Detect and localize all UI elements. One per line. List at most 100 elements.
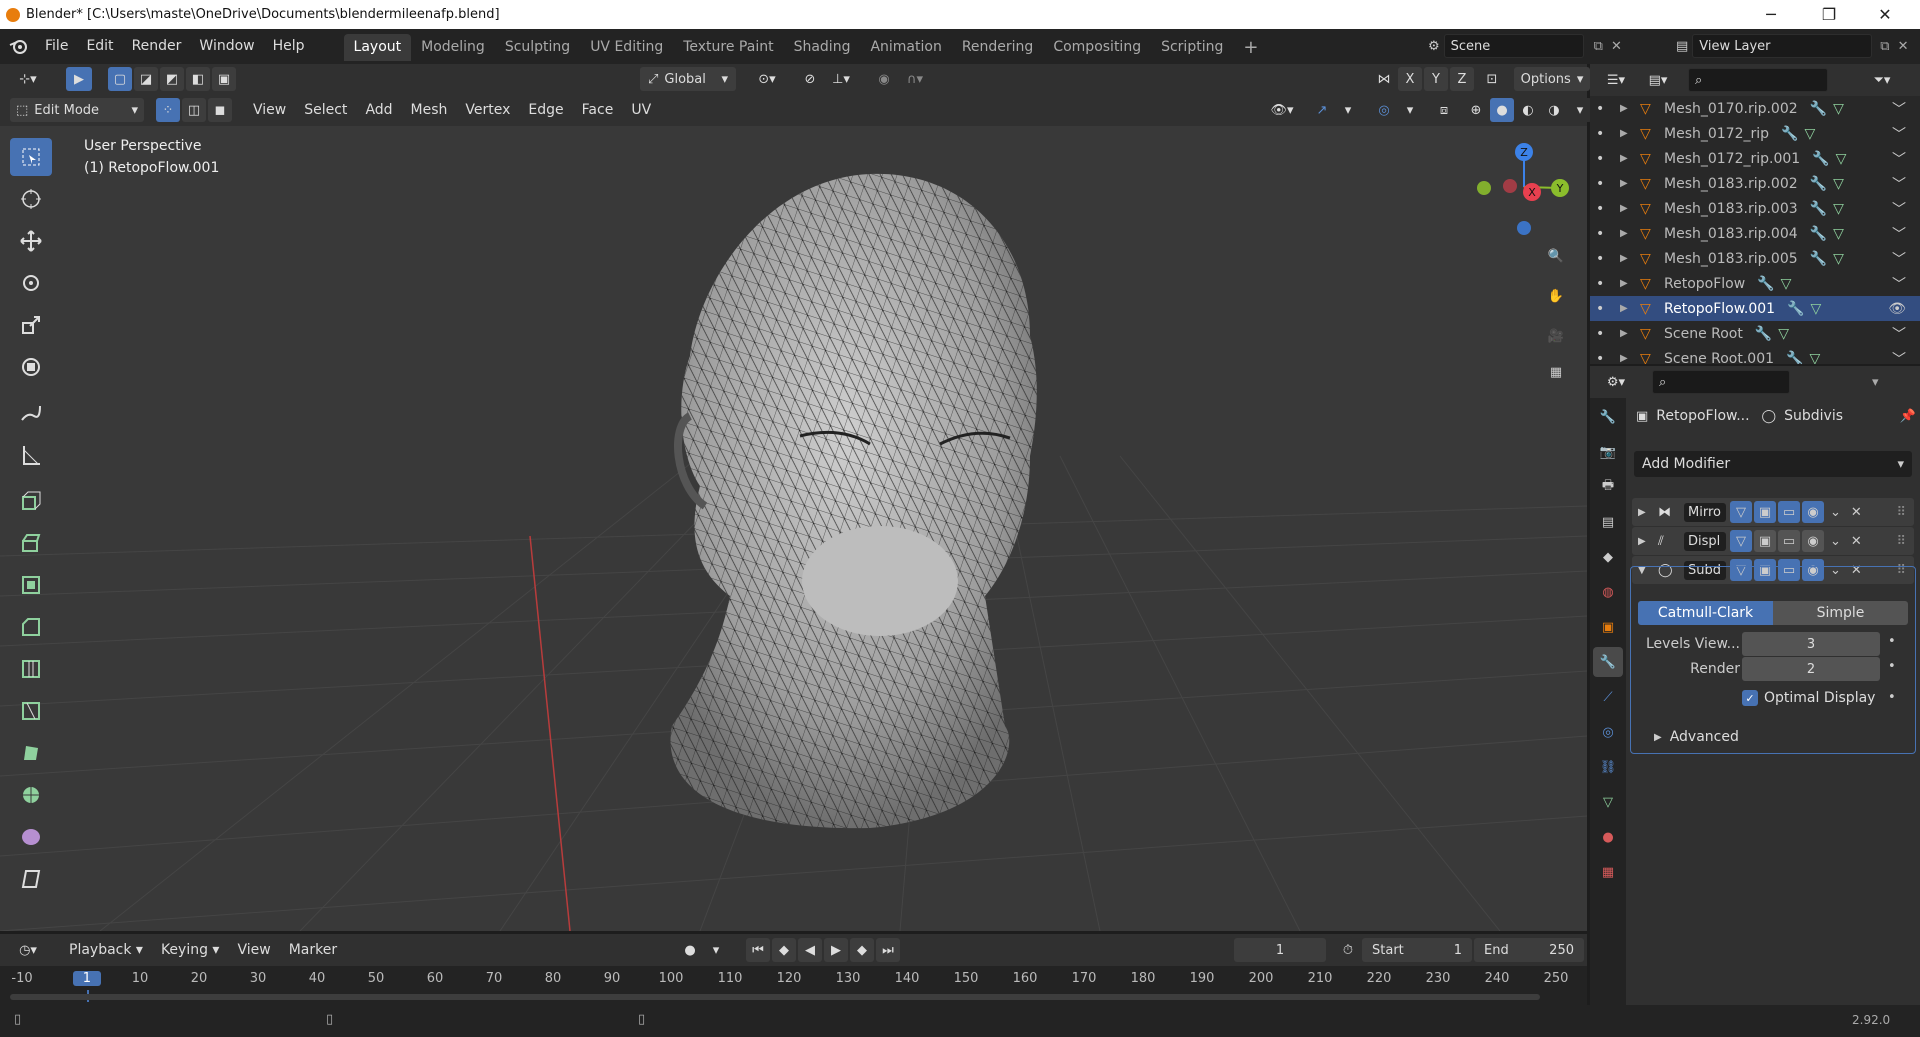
tab-layout[interactable]: Layout: [343, 34, 412, 61]
display-toggle-icon[interactable]: ▭: [1778, 559, 1800, 581]
tab-compositing[interactable]: Compositing: [1043, 34, 1151, 61]
timeline-editor-type-icon[interactable]: ◷▾: [10, 938, 46, 962]
tab-animation[interactable]: Animation: [860, 34, 951, 61]
menu-playback[interactable]: Playback ▾: [60, 942, 152, 958]
edit-mode-toggle-icon[interactable]: ▽: [1730, 530, 1752, 552]
outliner-item[interactable]: • ▶ ▽ Mesh_0172_rip.001 🔧 ▽ ﹀: [1590, 146, 1920, 171]
outliner[interactable]: • ▶ ▽ Mesh_0170.rip.002 🔧 ▽ ﹀ • ▶ ▽ Mesh_0172_rip 🔧…: [1590, 96, 1920, 364]
world-tab-icon[interactable]: ◍: [1593, 577, 1623, 607]
keying-set-dropdown-icon[interactable]: ▾: [704, 938, 728, 962]
expand-arrow-icon[interactable]: ▶: [1620, 178, 1634, 189]
falloff-icon[interactable]: ∩▾: [898, 67, 932, 91]
new-scene-icon[interactable]: ⧉: [1594, 39, 1603, 54]
physics-tab-icon[interactable]: ◎: [1593, 717, 1623, 747]
render-toggle-icon[interactable]: ◉: [1802, 559, 1824, 581]
menu-mesh[interactable]: Mesh: [402, 102, 457, 118]
outliner-editor-type-icon[interactable]: ☰▾: [1598, 68, 1634, 92]
menu-vertex[interactable]: Vertex: [456, 102, 519, 118]
select-tool-icon[interactable]: ▶: [66, 67, 92, 91]
outliner-item[interactable]: • ▶ ▽ Scene Root 🔧 ▽ ﹀: [1590, 321, 1920, 346]
realtime-toggle-icon[interactable]: ▣: [1754, 530, 1776, 552]
solid-shading-icon[interactable]: ●: [1490, 98, 1514, 122]
visibility-dot-icon[interactable]: •: [1596, 251, 1610, 267]
tab-rendering[interactable]: Rendering: [952, 34, 1044, 61]
menu-marker[interactable]: Marker: [280, 942, 346, 958]
play-icon[interactable]: ▶: [824, 938, 848, 962]
outliner-item[interactable]: • ▶ ▽ RetopoFlow.001 🔧 ▽ 👁: [1590, 296, 1920, 321]
tool-tab-icon[interactable]: 🔧: [1593, 402, 1623, 432]
catmull-clark-button[interactable]: Catmull-Clark: [1638, 601, 1773, 625]
outliner-item[interactable]: • ▶ ▽ Mesh_0183.rip.005 🔧 ▽ ﹀: [1590, 246, 1920, 271]
modifier-tab-icon[interactable]: 🔧: [1593, 647, 1623, 677]
modifier-name-field[interactable]: Subd: [1684, 560, 1726, 580]
menu-timeline-view[interactable]: View: [228, 942, 279, 958]
prev-keyframe-icon[interactable]: ◆: [772, 938, 796, 962]
rendered-shading-icon[interactable]: ◑: [1542, 98, 1566, 122]
jump-end-icon[interactable]: ⏭: [876, 938, 900, 962]
menu-select[interactable]: Select: [295, 102, 356, 118]
advanced-subpanel[interactable]: ▶ Advanced: [1654, 729, 1739, 745]
modifier-panel-displace[interactable]: ▶ ⫽ Displ ▽ ▣ ▭ ◉ ⌄ ✕ ⠿: [1632, 527, 1914, 555]
camera-view-icon[interactable]: 🎥: [1540, 320, 1572, 352]
add-workspace-icon[interactable]: +: [1233, 34, 1268, 61]
tab-sculpting[interactable]: Sculpting: [495, 34, 580, 61]
menu-edge[interactable]: Edge: [519, 102, 572, 118]
render-toggle-icon[interactable]: ◉: [1802, 501, 1824, 523]
select-invert-icon[interactable]: ◧: [186, 67, 210, 91]
scene-field[interactable]: Scene: [1443, 34, 1584, 58]
wireframe-shading-icon[interactable]: ⊕: [1464, 98, 1488, 122]
properties-options-icon[interactable]: ▾: [1872, 375, 1879, 390]
overlay-dropdown-icon[interactable]: ▾: [1398, 98, 1422, 122]
data-tab-icon[interactable]: ▽: [1593, 787, 1623, 817]
axis-z-button[interactable]: Z: [1450, 67, 1474, 91]
menu-uv[interactable]: UV: [622, 102, 660, 118]
add-modifier-dropdown[interactable]: Add Modifier ▾: [1634, 451, 1912, 477]
expand-arrow-icon[interactable]: ▶: [1620, 128, 1634, 139]
hide-toggle-icon[interactable]: ﹀: [1892, 224, 1906, 244]
modifier-menu-icon[interactable]: ⌄: [1830, 534, 1841, 549]
edit-mode-toggle-icon[interactable]: ▽: [1730, 559, 1752, 581]
menu-file[interactable]: File: [36, 29, 77, 64]
gizmo-dropdown-icon[interactable]: ▾: [1336, 98, 1360, 122]
visibility-dot-icon[interactable]: •: [1596, 126, 1610, 142]
menu-face[interactable]: Face: [573, 102, 623, 118]
cursor-tool-icon[interactable]: [10, 180, 52, 218]
auto-merge-icon[interactable]: ⊡: [1480, 67, 1504, 91]
visibility-dot-icon[interactable]: •: [1596, 351, 1610, 365]
expand-arrow-icon[interactable]: ▶: [1620, 303, 1634, 314]
ortho-grid-icon[interactable]: ▦: [1540, 356, 1572, 388]
visibility-dot-icon[interactable]: •: [1596, 301, 1610, 317]
properties-search-input[interactable]: ⌕: [1652, 370, 1790, 394]
expand-arrow-icon[interactable]: ▶: [1620, 353, 1634, 364]
pivot-icon[interactable]: ⊙▾: [750, 67, 784, 91]
head-mesh[interactable]: [670, 173, 1037, 829]
hide-toggle-icon[interactable]: ﹀: [1892, 124, 1906, 144]
expand-arrow-icon[interactable]: ▶: [1620, 328, 1634, 339]
outliner-item[interactable]: • ▶ ▽ Mesh_0172_rip 🔧 ▽ ﹀: [1590, 121, 1920, 146]
move-tool-icon[interactable]: [10, 222, 52, 260]
visibility-dot-icon[interactable]: •: [1596, 326, 1610, 342]
face-select-icon[interactable]: ◼: [208, 98, 232, 122]
timeline-scrollbar[interactable]: [10, 994, 1540, 1000]
visibility-dot-icon[interactable]: •: [1596, 276, 1610, 292]
view-layer-icon[interactable]: ▤: [1676, 39, 1688, 54]
object-tab-icon[interactable]: ▣: [1593, 612, 1623, 642]
menu-add[interactable]: Add: [356, 102, 401, 118]
hide-toggle-icon[interactable]: ﹀: [1892, 274, 1906, 294]
current-frame-field[interactable]: 1: [1234, 938, 1326, 962]
scene-icon[interactable]: ⚙: [1428, 39, 1440, 54]
expand-arrow-icon[interactable]: ▶: [1620, 153, 1634, 164]
knife-tool-icon[interactable]: [10, 692, 52, 730]
delete-view-layer-icon[interactable]: ✕: [1898, 39, 1909, 54]
drag-handle-icon[interactable]: ⠿: [1896, 505, 1906, 520]
axis-x-button[interactable]: X: [1398, 67, 1422, 91]
render-keyframe-icon[interactable]: •: [1888, 659, 1896, 674]
preview-range-icon[interactable]: ⏱: [1336, 938, 1360, 962]
hide-toggle-icon[interactable]: ﹀: [1892, 99, 1906, 119]
render-levels-field[interactable]: 2: [1742, 657, 1880, 681]
proportional-edit-icon[interactable]: ◉: [872, 67, 896, 91]
material-shading-icon[interactable]: ◐: [1516, 98, 1540, 122]
mode-dropdown[interactable]: ⬚ Edit Mode ▾: [10, 98, 144, 122]
maximize-button[interactable]: ❐: [1806, 0, 1852, 29]
material-tab-icon[interactable]: ●: [1593, 822, 1623, 852]
